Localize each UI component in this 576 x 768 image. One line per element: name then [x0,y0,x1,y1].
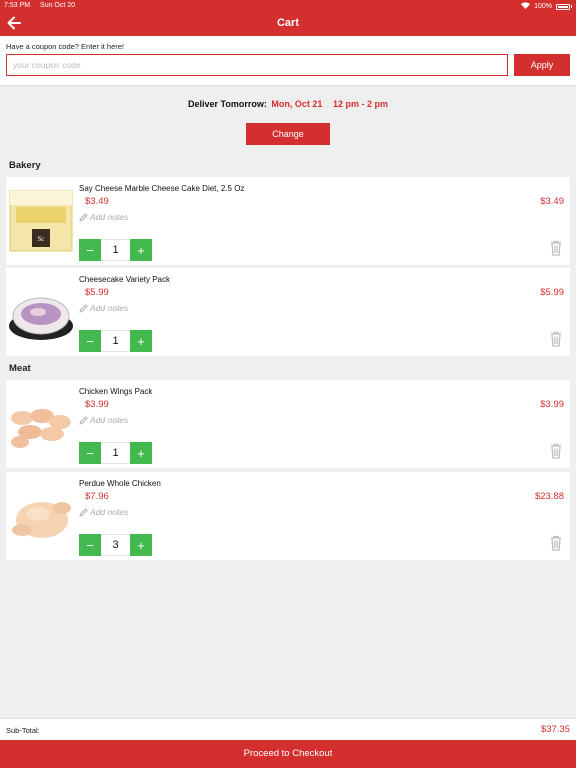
coupon-panel: Have a coupon code? Enter it here! Apply [0,36,576,86]
status-bar: 7:53 PM Sun Oct 20 100% [0,0,576,12]
coupon-label: Have a coupon code? Enter it here! [6,42,124,51]
pencil-icon [79,212,88,222]
subtotal-bar: Sub-Total: $37.35 [0,718,576,740]
subtotal-label: Sub-Total: [6,726,40,735]
trash-icon[interactable] [550,535,562,551]
unit-price: $3.99 [85,399,109,410]
add-notes-label: Add notes [90,303,129,313]
add-notes-link[interactable]: Add notes [79,212,128,222]
quantity-value: 1 [101,442,130,464]
quantity-value: 1 [101,239,130,261]
pencil-icon [79,415,88,425]
line-total: $5.99 [540,287,564,298]
change-delivery-button[interactable]: Change [246,123,330,145]
quantity-value: 3 [101,534,130,556]
trash-icon[interactable] [550,240,562,256]
product-name: Cheesecake Variety Pack [79,275,171,284]
decrease-quantity-button[interactable]: − [79,534,101,556]
product-image-cheesecake-variety [8,276,74,346]
increase-quantity-button[interactable]: + [130,239,152,261]
product-image-cheesecake-diet: Sc [8,185,74,255]
section-title-meat: Meat [9,363,31,374]
add-notes-label: Add notes [90,415,129,425]
increase-quantity-button[interactable]: + [130,442,152,464]
unit-price: $5.99 [85,287,109,298]
add-notes-link[interactable]: Add notes [79,507,128,517]
proceed-to-checkout-button[interactable]: Proceed to Checkout [0,740,576,768]
unit-price: $3.49 [85,196,109,207]
quantity-stepper: − 1 + [79,330,152,352]
coupon-input[interactable] [6,54,508,76]
add-notes-label: Add notes [90,507,129,517]
product-name: Chicken Wings Pack [79,387,153,396]
section-title-bakery: Bakery [9,160,41,171]
line-total: $3.49 [540,196,564,207]
product-name: Say Cheese Marble Cheese Cake Diet, 2.5 … [79,184,245,193]
wifi-icon [521,2,531,11]
quantity-stepper: − 1 + [79,239,152,261]
pencil-icon [79,507,88,517]
apply-button[interactable]: Apply [514,54,570,76]
status-time: 7:53 PM [4,2,31,9]
cart-item: Cheesecake Variety Pack $5.99 Add notes … [6,268,570,356]
cart-item: Chicken Wings Pack $3.99 Add notes $3.99… [6,380,570,468]
quantity-value: 1 [101,330,130,352]
status-date: Sun Oct 20 [40,2,76,9]
decrease-quantity-button[interactable]: − [79,442,101,464]
add-notes-label: Add notes [90,212,129,222]
quantity-stepper: − 1 + [79,442,152,464]
delivery-window: 12 pm - 2 pm [332,99,388,109]
add-notes-link[interactable]: Add notes [79,415,128,425]
delivery-date: Mon, Oct 21 [271,99,323,109]
delivery-label: Deliver Tomorrow: [188,99,267,109]
increase-quantity-button[interactable]: + [130,330,152,352]
unit-price: $7.96 [85,491,109,502]
line-total: $23.88 [534,491,564,502]
add-notes-link[interactable]: Add notes [79,303,128,313]
line-total: $3.99 [540,399,564,410]
cart-item: Sc Say Cheese Marble Cheese Cake Diet, 2… [6,177,570,265]
trash-icon[interactable] [550,331,562,347]
battery-icon [556,3,570,10]
delivery-info: Deliver Tomorrow: Mon, Oct 21 12 pm - 2 … [0,99,576,109]
decrease-quantity-button[interactable]: − [79,239,101,261]
product-image-chicken-wings [8,388,74,458]
nav-bar: Cart [0,12,576,36]
product-image-whole-chicken [8,480,74,550]
quantity-stepper: − 3 + [79,534,152,556]
cart-item: Perdue Whole Chicken $7.96 Add notes $23… [6,472,570,560]
decrease-quantity-button[interactable]: − [79,330,101,352]
subtotal-value: $37.35 [540,724,570,735]
svg-text:Sc: Sc [38,235,45,243]
product-name: Perdue Whole Chicken [79,479,161,488]
battery-percent: 100% [534,3,552,10]
pencil-icon [79,303,88,313]
increase-quantity-button[interactable]: + [130,534,152,556]
trash-icon[interactable] [550,443,562,459]
page-title: Cart [276,17,299,29]
